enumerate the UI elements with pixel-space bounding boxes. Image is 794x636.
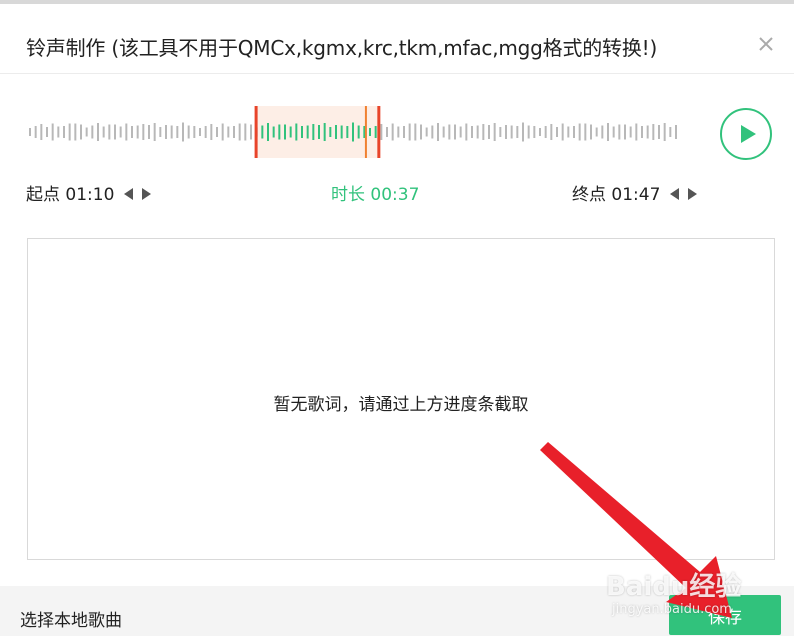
start-time-group: 起点 01:10 — [26, 180, 152, 205]
ringtone-maker-dialog: 铃声制作 (该工具不用于QMCx,kgmx,krc,tkm,mfac,mgg格式… — [0, 0, 794, 636]
save-button[interactable]: 保存 — [669, 595, 781, 635]
footer-bar: 选择本地歌曲 保存 — [0, 586, 794, 636]
duration-label: 时长 00:37 — [331, 185, 420, 205]
time-row: 起点 01:10 时长 00:37 终点 01:47 — [0, 180, 794, 205]
selection-end-handle[interactable] — [377, 106, 381, 158]
close-button[interactable] — [752, 30, 780, 58]
lyrics-empty-message: 暂无歌词，请通过上方进度条截取 — [273, 395, 529, 415]
choose-local-song-link[interactable]: 选择本地歌曲 — [20, 606, 122, 631]
dialog-title: 铃声制作 (该工具不用于QMCx,kgmx,krc,tkm,mfac,mgg格式… — [26, 36, 658, 60]
play-button[interactable] — [720, 108, 772, 160]
play-icon — [741, 125, 756, 143]
end-time-group: 终点 01:47 — [572, 180, 698, 205]
start-increase-arrow-icon[interactable] — [142, 188, 152, 200]
end-time-label: 终点 01:47 — [572, 185, 661, 205]
end-decrease-arrow-icon[interactable] — [669, 188, 679, 200]
close-icon — [759, 37, 773, 51]
start-time-label: 起点 01:10 — [26, 185, 115, 205]
lyrics-panel: 暂无歌词，请通过上方进度条截取 — [27, 238, 775, 560]
title-bar: 铃声制作 (该工具不用于QMCx,kgmx,krc,tkm,mfac,mgg格式… — [0, 8, 794, 74]
start-decrease-arrow-icon[interactable] — [123, 188, 133, 200]
waveform[interactable] — [0, 100, 700, 164]
waveform-track[interactable] — [0, 100, 794, 164]
playhead-marker[interactable] — [364, 106, 367, 158]
end-increase-arrow-icon[interactable] — [688, 188, 698, 200]
selection-start-handle[interactable] — [254, 106, 258, 158]
